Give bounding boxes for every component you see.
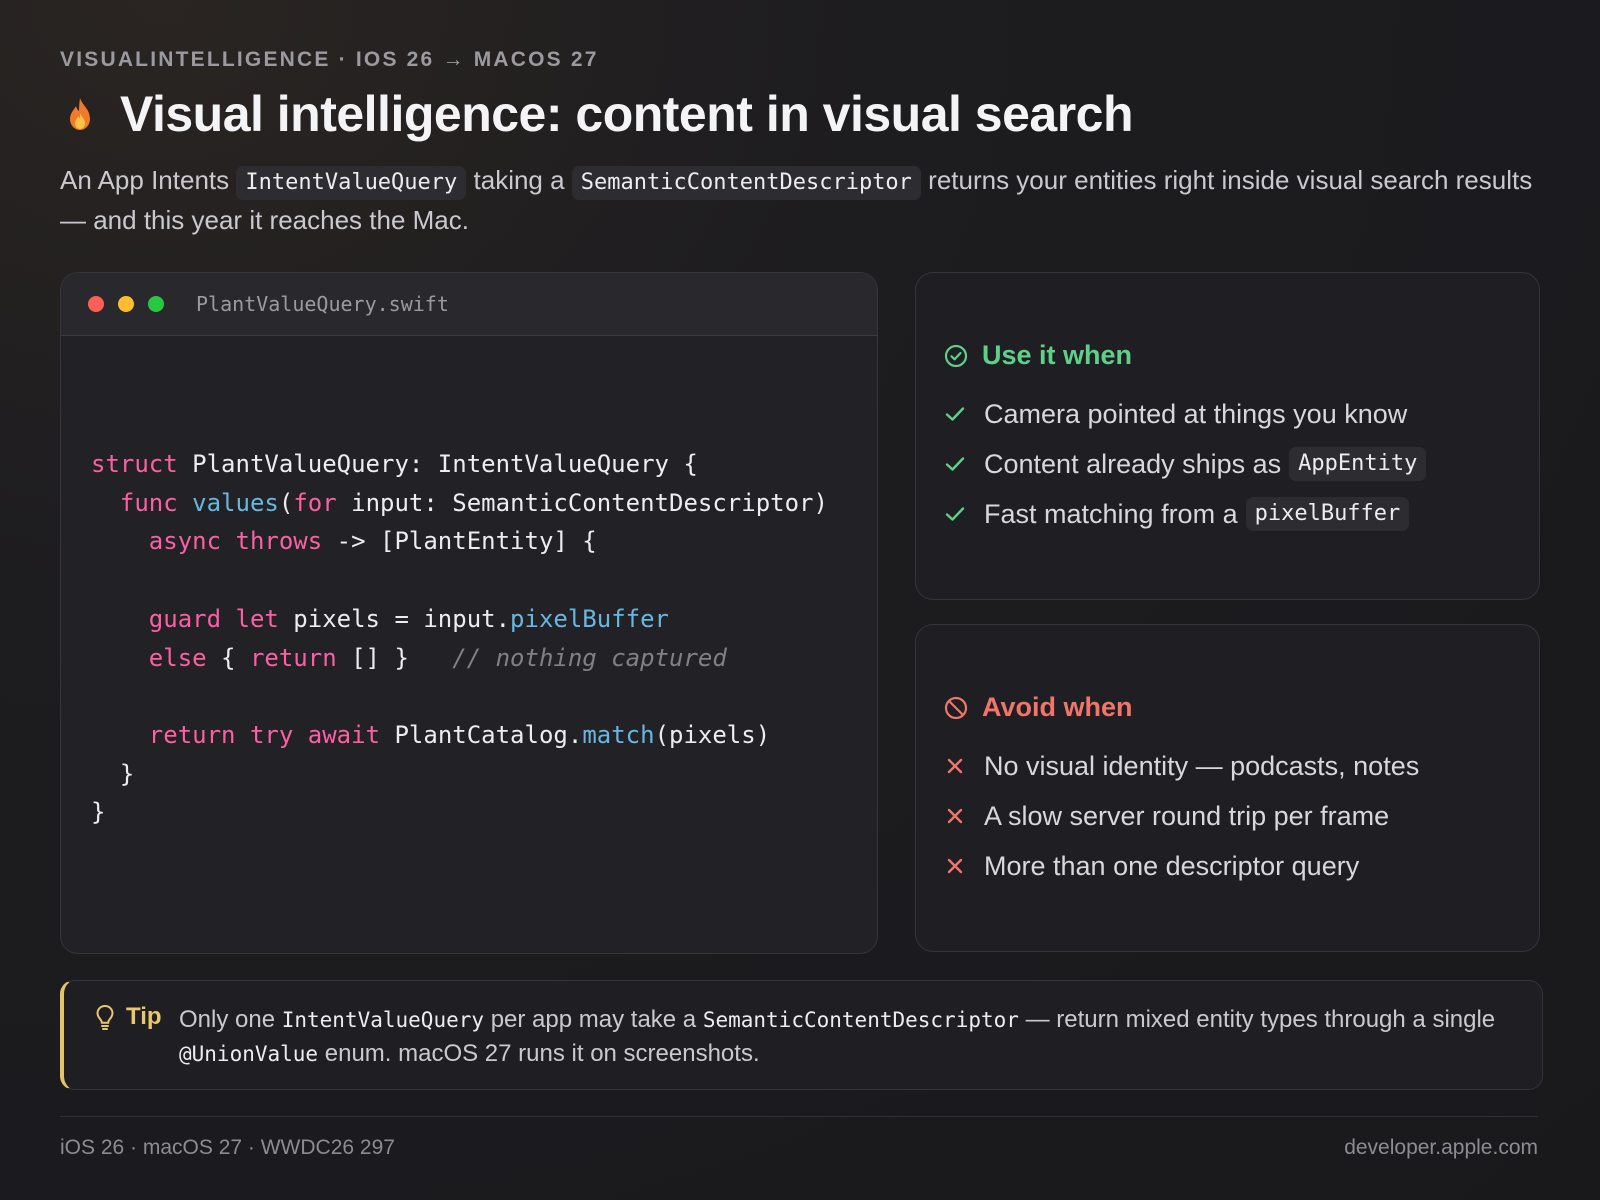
avoid-when-card: Avoid when No visual identity — podcasts… [915, 624, 1540, 952]
tip-text: Only one IntentValueQuery per app may ta… [179, 1003, 1499, 1071]
lede-text: An App Intents [60, 165, 237, 195]
list-item-text: Camera pointed at things you know [984, 398, 1408, 429]
code-token: for [293, 488, 337, 517]
code-comment: // nothing captured [452, 643, 727, 672]
avoid-list: No visual identity — podcasts, notes A s… [944, 741, 1419, 891]
code-token: pixels = input. [278, 604, 511, 633]
list-item-text: Fast matching from a [984, 498, 1238, 529]
footer-meta: iOS 26 · macOS 27 · WWDC26 297 [60, 1136, 395, 1159]
code-token: func [119, 488, 178, 517]
list-item: Camera pointed at things you know [944, 389, 1426, 439]
title-row: Visual intelligence: content in visual s… [60, 84, 1134, 144]
tip-text-part: enum. macOS 27 runs it on screenshots. [318, 1040, 760, 1067]
code-token: let [235, 604, 279, 633]
code-token: values [192, 488, 279, 517]
code-token: [] } [336, 643, 453, 672]
list-item: A slow server round trip per frame [944, 791, 1419, 841]
code-token: else [148, 643, 207, 672]
zoom-window-button[interactable] [148, 296, 164, 312]
list-item: Content already ships as AppEntity [944, 439, 1427, 489]
lightbulb-icon [96, 1004, 114, 1030]
tip-code: @UnionValue [179, 1042, 319, 1066]
minimize-window-button[interactable] [118, 296, 134, 312]
code-token: await [307, 720, 381, 749]
code-token: return [249, 643, 337, 672]
code-token: match [582, 720, 655, 749]
footer-divider [60, 1116, 1538, 1117]
avoid-card-title: Avoid when [982, 692, 1133, 722]
code-token: } [91, 759, 135, 788]
code-token: } [91, 798, 106, 827]
code-token: input: SemanticContentDescriptor) [336, 488, 828, 517]
code-token: (pixels) [654, 720, 771, 749]
code-window-titlebar: PlantValueQuery.swift [61, 273, 877, 336]
use-card-title: Use it when [982, 340, 1133, 370]
tip-text-part: — return mixed entity types through a si… [1018, 1006, 1496, 1033]
code-token: async [148, 527, 222, 556]
list-item: More than one descriptor query [944, 841, 1419, 891]
tip-label-text: Tip [126, 1003, 162, 1030]
code-token: { [206, 643, 250, 672]
eyebrow-label: VISUALINTELLIGENCE · IOS 26 → MACOS 27 [60, 48, 599, 71]
code-token: PlantCatalog. [380, 720, 583, 749]
code-token: guard [148, 604, 222, 633]
code-chip: pixelBuffer [1245, 497, 1410, 531]
code-filename: PlantValueQuery.swift [196, 292, 449, 316]
use-card-heading: Use it when [944, 340, 1132, 371]
close-window-button[interactable] [88, 296, 104, 312]
code-token: return [148, 720, 236, 749]
prohibited-icon [944, 696, 968, 719]
tip-label: Tip [94, 1003, 162, 1031]
code-token: ( [278, 488, 294, 517]
cross-icon [944, 758, 966, 774]
code-token: struct [91, 450, 178, 478]
check-icon [944, 406, 966, 422]
code-window: PlantValueQuery.swift struct PlantValueQ… [60, 272, 878, 954]
code-token: PlantValueQuery: IntentValueQuery { [177, 450, 698, 478]
code-token: -> [PlantEntity] { [322, 527, 597, 556]
tip-code: IntentValueQuery [281, 1008, 485, 1032]
code-token: throws [235, 527, 323, 556]
code-chip: IntentValueQuery [236, 166, 467, 200]
lede-text: taking a [466, 165, 572, 195]
use-it-when-card: Use it when Camera pointed at things you… [915, 272, 1540, 600]
list-item-text: No visual identity — podcasts, notes [984, 750, 1420, 781]
list-item-text: A slow server round trip per frame [984, 800, 1390, 831]
use-list: Camera pointed at things you know Conten… [944, 389, 1427, 539]
list-item: Fast matching from a pixelBuffer [944, 489, 1426, 539]
code-chip: AppEntity [1289, 447, 1427, 481]
list-item-text: Content already ships as [984, 448, 1282, 479]
flame-icon [60, 84, 100, 144]
avoid-card-heading: Avoid when [944, 692, 1133, 723]
code-block: struct PlantValueQuery: IntentValueQuery… [91, 445, 828, 832]
footer-link[interactable]: developer.apple.com [1344, 1136, 1538, 1160]
check-icon [944, 456, 966, 472]
tip-callout: Tip Only one IntentValueQuery per app ma… [60, 980, 1543, 1090]
code-token: pixelBuffer [510, 604, 669, 633]
code-chip: SemanticContentDescriptor [571, 166, 921, 200]
page-title: Visual intelligence: content in visual s… [120, 86, 1134, 142]
cross-icon [944, 808, 966, 824]
tip-code: SemanticContentDescriptor [702, 1008, 1019, 1032]
list-item-text: More than one descriptor query [984, 850, 1360, 881]
tip-text-part: per app may take a [484, 1006, 703, 1033]
lede-paragraph: An App Intents IntentValueQuery taking a… [60, 160, 1550, 240]
code-token: try [249, 720, 294, 749]
check-circle-icon [944, 344, 968, 367]
list-item: No visual identity — podcasts, notes [944, 741, 1419, 791]
tip-text-part: Only one [179, 1006, 282, 1033]
check-icon [944, 506, 966, 522]
cross-icon [944, 858, 966, 874]
